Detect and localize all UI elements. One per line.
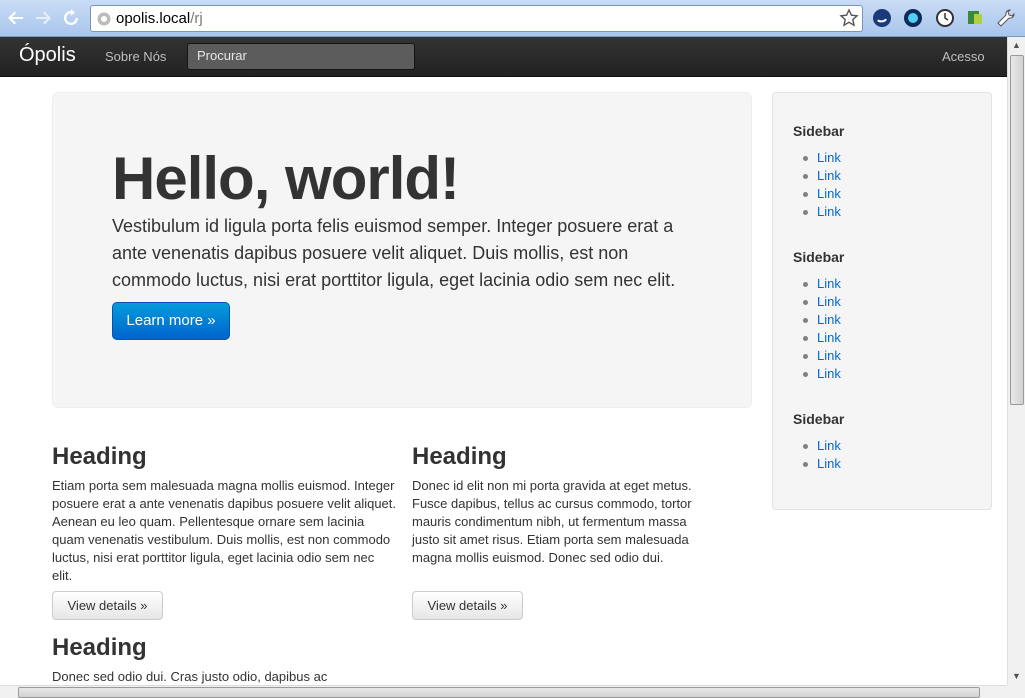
sidebar-link[interactable]: Link (803, 311, 841, 329)
scroll-down-icon[interactable]: ▼ (1012, 671, 1021, 681)
sidebar-list: Link Link Link Link (803, 149, 841, 221)
column-text: Etiam porta sem malesuada magna mollis e… (52, 478, 397, 583)
hero-text: Vestibulum id ligula porta felis euismod… (112, 216, 676, 290)
sidebar: Sidebar Link Link Link Link Sidebar Link… (772, 92, 992, 510)
sidebar-heading: Sidebar (793, 411, 845, 427)
back-button[interactable] (5, 6, 27, 30)
sidebar-link[interactable]: Link (803, 347, 841, 365)
brand-logo[interactable]: Ópolis (19, 44, 76, 67)
sidebar-list: Link Link (803, 437, 841, 473)
sidebar-link[interactable]: Link (803, 167, 841, 185)
column-text: Donec sed odio dui. Cras justo odio, dap… (52, 669, 328, 684)
time-extension-icon[interactable] (935, 8, 955, 28)
content-column: Heading Etiam porta sem malesuada magna … (52, 443, 397, 585)
back-arrow-icon (8, 11, 23, 25)
sidebar-link[interactable]: Link (803, 329, 841, 347)
sidebar-link[interactable]: Link (803, 149, 841, 167)
hero-title: Hello, world! (112, 145, 460, 212)
sidebar-link[interactable]: Link (803, 437, 841, 455)
sidebar-link[interactable]: Link (803, 293, 841, 311)
sidebar-link[interactable]: Link (803, 365, 841, 383)
sidebar-link[interactable]: Link (803, 185, 841, 203)
search-input[interactable]: Procurar (187, 43, 415, 70)
chat-extension-icon[interactable] (872, 8, 892, 28)
sidebar-heading: Sidebar (793, 249, 845, 265)
hero-unit: Hello, world! Vestibulum id ligula porta… (52, 92, 752, 408)
nav-link-about[interactable]: Sobre Nós (105, 49, 166, 64)
scrollbar-corner (1007, 685, 1025, 698)
column-text: Donec id elit non mi porta gravida at eg… (412, 478, 692, 565)
address-bar[interactable]: opolis.local/rj (90, 5, 863, 32)
column-heading: Heading (52, 634, 147, 661)
sidebar-link[interactable]: Link (803, 203, 841, 221)
view-details-button[interactable]: View details » (412, 591, 523, 620)
forward-arrow-icon (36, 11, 51, 25)
reload-icon (64, 9, 78, 25)
column-heading: Heading (412, 443, 507, 470)
sidebar-list: Link Link Link Link Link Link (803, 275, 841, 383)
content-column: Heading Donec id elit non mi porta gravi… (412, 443, 702, 567)
bookmark-star-icon[interactable] (839, 8, 859, 28)
clock-extension-icon[interactable] (903, 8, 923, 28)
forward-button[interactable] (32, 6, 54, 30)
wrench-menu-icon[interactable] (996, 8, 1016, 28)
sidebar-link[interactable]: Link (803, 275, 841, 293)
horizontal-scrollbar[interactable] (0, 685, 1007, 698)
horizontal-scroll-thumb[interactable] (18, 687, 980, 698)
vertical-scrollbar[interactable]: ▲ ▼ (1007, 37, 1025, 685)
sidebar-link[interactable]: Link (803, 455, 841, 473)
learn-more-button[interactable]: Learn more » (112, 302, 230, 340)
view-details-button[interactable]: View details » (52, 591, 163, 620)
url-text: opolis.local/rj (116, 10, 203, 27)
browser-toolbar: opolis.local/rj (0, 0, 1025, 37)
column-heading: Heading (52, 443, 147, 470)
page-icon (97, 12, 111, 26)
sidebar-heading: Sidebar (793, 123, 845, 139)
scroll-up-icon[interactable]: ▲ (1012, 40, 1021, 50)
content-column: Heading Donec sed odio dui. Cras justo o… (52, 634, 397, 686)
site-navbar: Ópolis Sobre Nós Procurar Acesso (0, 37, 1007, 77)
nav-link-login[interactable]: Acesso (942, 49, 985, 64)
reload-button[interactable] (60, 6, 82, 30)
puzzle-extension-icon[interactable] (965, 8, 985, 28)
vertical-scroll-thumb[interactable] (1010, 55, 1024, 405)
